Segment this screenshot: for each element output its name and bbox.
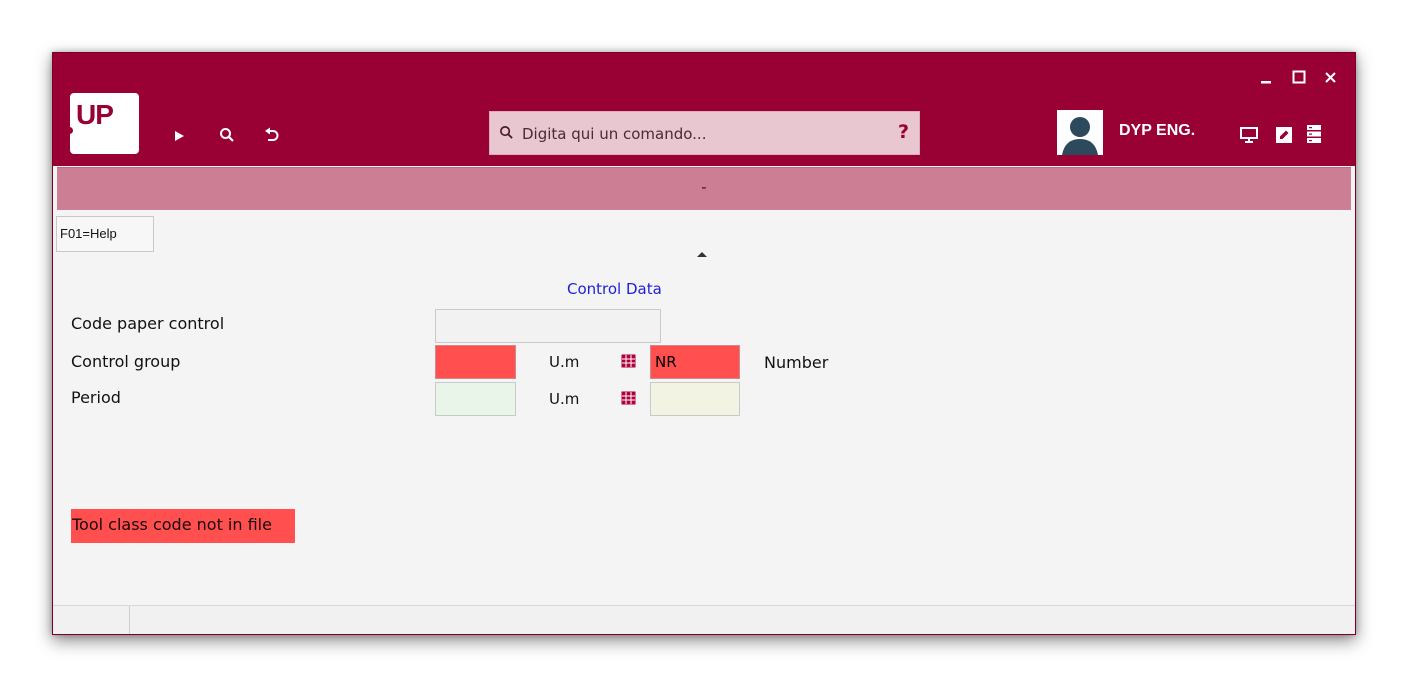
error-message: Tool class code not in file [71,509,295,543]
status-cell [53,606,130,634]
period-lookup-icon[interactable] [621,390,636,405]
maximize-icon[interactable] [1292,69,1306,89]
help-button[interactable]: F01=Help [56,216,154,252]
collapse-caret-icon[interactable] [697,252,707,257]
control-group-lookup-icon[interactable] [621,353,636,368]
edit-icon[interactable] [1275,126,1293,148]
section-title: Control Data [567,280,662,298]
close-icon[interactable] [1324,69,1337,89]
period-label: Period [71,388,121,407]
monitor-icon[interactable] [1240,126,1258,148]
command-help-icon[interactable]: ? [898,121,909,143]
period-field[interactable] [435,382,516,416]
command-bar[interactable]: ? [489,111,920,155]
minimize-icon[interactable] [1260,69,1272,89]
period-um-field[interactable] [650,382,740,416]
code-paper-control-field[interactable] [435,309,661,343]
subheader-text: - [701,178,707,196]
form-content: F01=Help Control Data Code paper control… [53,210,1355,605]
search-icon[interactable] [219,127,235,147]
status-bar [53,605,1355,634]
app-logo[interactable]: UP [66,93,139,154]
server-menu-icon[interactable] [1306,124,1322,148]
control-group-um-description: Number [764,353,829,372]
control-group-label: Control group [71,352,181,371]
logo-text: UP [76,99,114,130]
undo-icon[interactable] [264,127,280,148]
app-window: UP ? DYP ENG. [52,52,1356,635]
period-um-label: U.m [549,390,580,408]
play-icon[interactable] [173,129,185,147]
control-group-field[interactable] [435,345,516,379]
title-bar: UP ? DYP ENG. [53,53,1355,166]
logo-dot [66,127,73,134]
page-subheader: - [57,167,1351,210]
control-group-um-label: U.m [549,353,580,371]
control-group-um-field[interactable] [650,345,740,379]
command-search-icon [499,125,514,144]
command-input[interactable] [520,122,884,146]
code-paper-control-label: Code paper control [71,314,225,333]
avatar[interactable] [1057,110,1103,155]
user-name[interactable]: DYP ENG. [1119,122,1195,140]
